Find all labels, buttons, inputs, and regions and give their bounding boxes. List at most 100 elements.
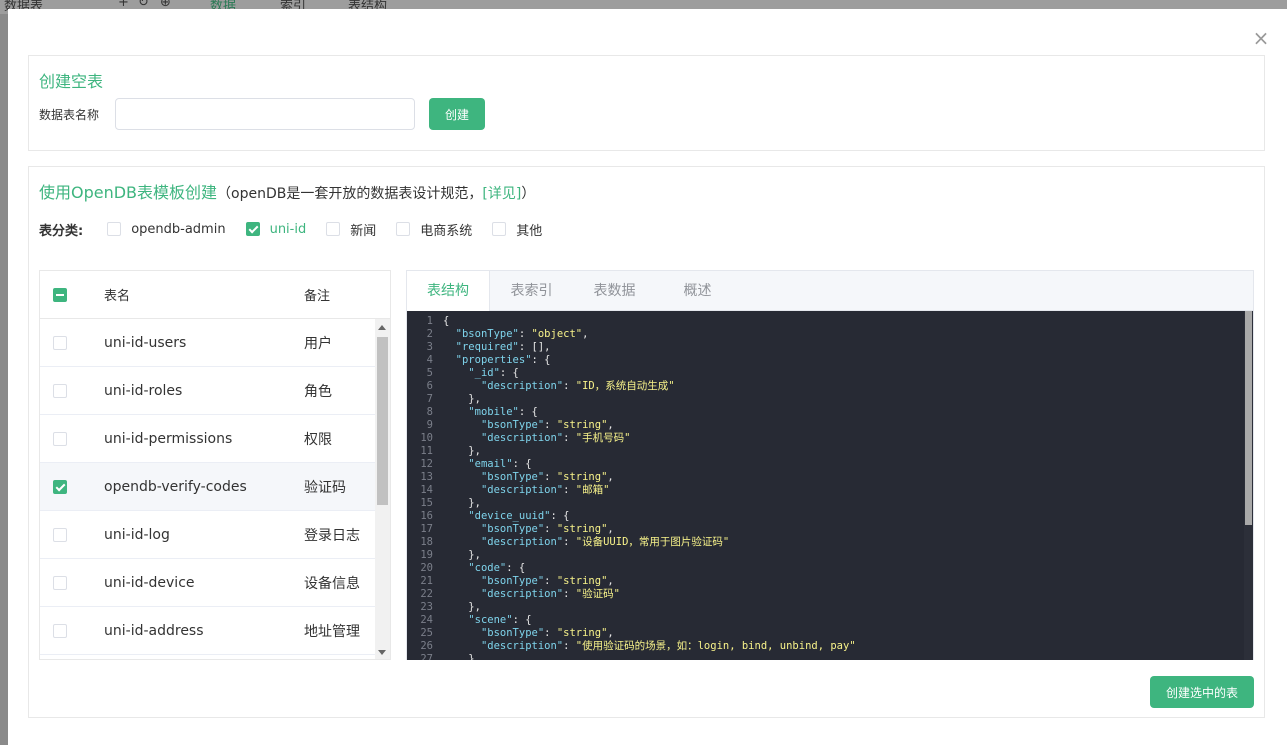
line-content: "code": {: [468, 562, 526, 574]
category-uni-id[interactable]: uni-id: [245, 222, 306, 237]
create-empty-title: 创建空表: [39, 72, 104, 91]
row-table-name: uni-id-roles: [104, 382, 183, 399]
table-name-input[interactable]: [115, 98, 415, 130]
table-row[interactable]: uni-id-device 设备信息: [40, 559, 390, 607]
category-filter: 表分类: opendb-admin uni-id 新闻 电商系统 其他: [39, 219, 562, 239]
code-line: 12 "email": {: [407, 458, 1253, 471]
row-checkbox[interactable]: [53, 527, 67, 542]
row-note: 权限: [304, 431, 332, 448]
row-table-name: uni-id-permissions: [104, 430, 233, 447]
details-link[interactable]: [详见]: [482, 186, 521, 202]
line-content: "bsonType": "string",: [480, 575, 614, 587]
template-subtitle-suffix: ）: [521, 186, 536, 202]
line-number: 6: [426, 380, 433, 392]
list-scrollbar[interactable]: [375, 319, 390, 659]
row-checkbox[interactable]: [53, 479, 67, 494]
line-content: },: [443, 497, 481, 509]
row-checkbox[interactable]: [53, 431, 67, 446]
scroll-thumb[interactable]: [377, 337, 388, 505]
category-news[interactable]: 新闻: [326, 220, 376, 239]
table-row[interactable]: uni-id-users 用户: [40, 319, 390, 367]
template-table-list: 表名 备注 uni-id-users 用户 uni-id-roles 角色 uni-id…: [39, 270, 391, 660]
code-line: 3 "required": [],: [407, 341, 1253, 354]
detail-tabs: 表结构 表索引 表数据 概述: [407, 271, 1253, 312]
checkbox[interactable]: [492, 222, 507, 236]
checkbox[interactable]: [326, 222, 341, 236]
checkbox-checked[interactable]: [245, 222, 260, 236]
table-rows: uni-id-users 用户 uni-id-roles 角色 uni-id-permi…: [40, 319, 390, 655]
line-content: "description": "设备UUID，常用于图片验证码": [480, 536, 730, 548]
code-line: 26 "description": "使用验证码的场景，如：login, bin…: [407, 640, 1253, 653]
line-content: "required": [],: [455, 341, 551, 353]
table-row[interactable]: uni-id-permissions 权限: [40, 415, 390, 463]
line-number: 17: [420, 523, 433, 535]
line-number: 7: [426, 393, 433, 405]
row-checkbox[interactable]: [53, 623, 67, 638]
create-button[interactable]: 创建: [429, 98, 485, 130]
line-number: 24: [420, 614, 433, 626]
code-line: 6 "description": "ID，系统自动生成": [407, 380, 1253, 393]
header-name: 表名: [104, 289, 131, 304]
line-number: 9: [426, 419, 433, 431]
line-content: "description": "验证码": [480, 588, 620, 600]
line-number: 22: [420, 588, 433, 600]
close-icon[interactable]: ×: [1252, 28, 1270, 48]
line-content: "properties": {: [455, 354, 551, 366]
row-note: 地址管理: [304, 623, 360, 640]
line-content: {: [443, 315, 450, 327]
line-content: },: [443, 601, 481, 613]
table-row[interactable]: opendb-verify-codes 验证码: [40, 463, 390, 511]
line-content: "_id": {: [468, 367, 519, 379]
create-selected-button[interactable]: 创建选中的表: [1150, 676, 1254, 708]
tab-data[interactable]: 表数据: [573, 271, 656, 311]
row-checkbox[interactable]: [53, 383, 67, 398]
category-label-text: 其他: [516, 223, 543, 239]
category-ecommerce[interactable]: 电商系统: [396, 220, 472, 239]
schema-code-editor[interactable]: 1{2 "bsonType": "object", 3 "required": […: [407, 311, 1253, 660]
line-number: 10: [420, 432, 433, 444]
category-opendb-admin[interactable]: opendb-admin: [107, 222, 226, 237]
header-note: 备注: [304, 289, 331, 304]
opendb-template-card: 使用OpenDB表模板创建（openDB是一套开放的数据表设计规范，[详见]） …: [28, 166, 1265, 718]
line-content: "email": {: [468, 458, 532, 470]
tab-index[interactable]: 表索引: [490, 271, 573, 311]
row-note: 登录日志: [304, 527, 360, 544]
table-row[interactable]: uni-id-log 登录日志: [40, 511, 390, 559]
line-number: 1: [426, 315, 433, 327]
scroll-down-icon[interactable]: [378, 650, 386, 655]
code-line: 17 "bsonType": "string",: [407, 523, 1253, 536]
row-note: 设备信息: [304, 575, 360, 592]
line-content: "bsonType": "string",: [480, 523, 614, 535]
table-detail-panel: 表结构 表索引 表数据 概述 1{2 "bsonType": "object",…: [406, 270, 1254, 660]
category-other[interactable]: 其他: [492, 220, 542, 239]
table-row[interactable]: uni-id-address 地址管理: [40, 607, 390, 655]
checkbox[interactable]: [107, 222, 122, 236]
line-number: 15: [420, 497, 433, 509]
row-note: 用户: [304, 335, 332, 352]
table-row[interactable]: uni-id-roles 角色: [40, 367, 390, 415]
row-note: 角色: [304, 383, 332, 400]
code-line: 16 "device_uuid": {: [407, 510, 1253, 523]
line-content: "description": "使用验证码的场景，如：login, bind, …: [480, 640, 856, 652]
code-line: 8 "mobile": {: [407, 406, 1253, 419]
line-number: 2: [426, 328, 433, 340]
category-label: 表分类:: [39, 223, 84, 239]
scroll-up-icon[interactable]: [378, 325, 386, 330]
tab-schema[interactable]: 表结构: [407, 271, 490, 312]
tab-overview[interactable]: 概述: [656, 271, 739, 311]
checkbox[interactable]: [396, 222, 411, 236]
code-scroll-thumb[interactable]: [1245, 311, 1252, 525]
line-number: 20: [420, 562, 433, 574]
code-line: 14 "description": "邮箱": [407, 484, 1253, 497]
line-number: 21: [420, 575, 433, 587]
code-scrollbar[interactable]: [1244, 311, 1253, 660]
row-checkbox[interactable]: [53, 575, 67, 590]
row-table-name: uni-id-address: [104, 622, 204, 639]
row-table-name: uni-id-users: [104, 334, 187, 351]
select-all-checkbox[interactable]: [53, 287, 67, 302]
create-empty-card: 创建空表 数据表名称 创建: [28, 55, 1265, 151]
row-checkbox[interactable]: [53, 335, 67, 350]
table-list-header: 表名 备注: [40, 271, 390, 319]
category-label-text: 电商系统: [420, 223, 473, 239]
code-line: 25 "bsonType": "string",: [407, 627, 1253, 640]
